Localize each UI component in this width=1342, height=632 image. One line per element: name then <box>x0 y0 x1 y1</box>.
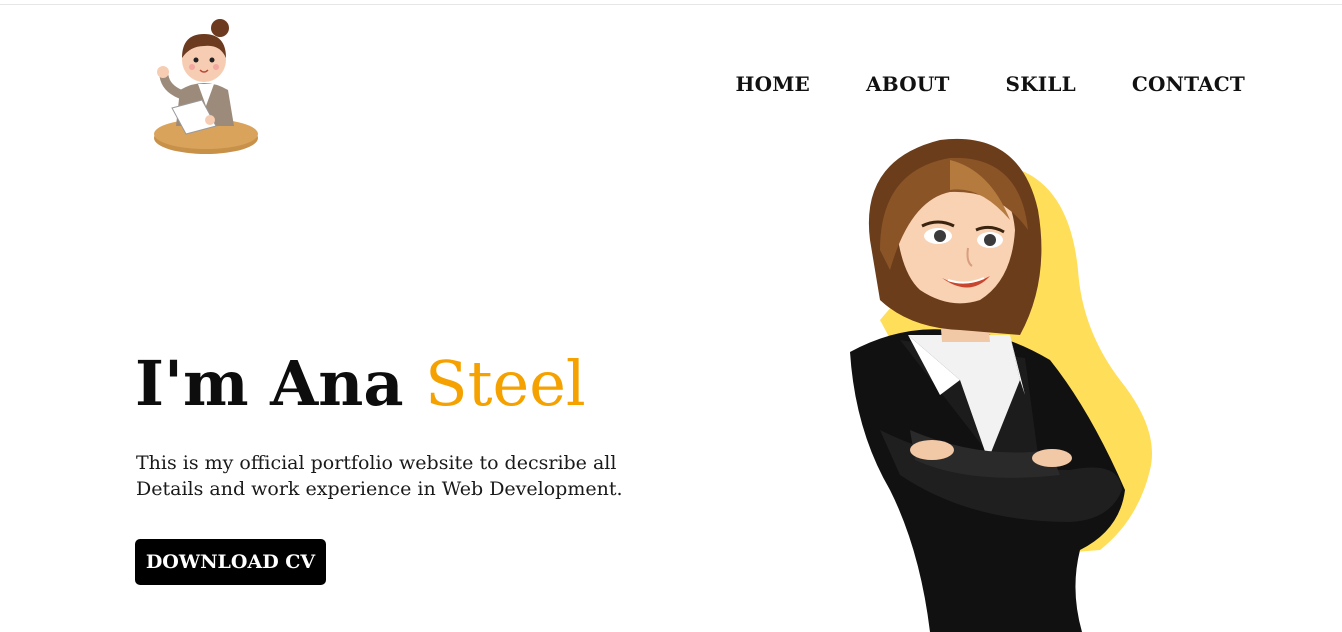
nav-contact-link[interactable]: CONTACT <box>1132 72 1245 96</box>
portfolio-page: HOME ABOUT SKILL CONTACT I'm Ana Steel T… <box>0 0 1342 632</box>
main-nav: HOME ABOUT SKILL CONTACT <box>735 72 1245 96</box>
hero-title-name: I'm Ana <box>135 347 426 420</box>
nav-about-link[interactable]: ABOUT <box>866 72 950 96</box>
logo-woman-at-desk-icon[interactable] <box>150 14 270 160</box>
businesswoman-illustration-icon <box>850 138 1152 632</box>
nav-home-link[interactable]: HOME <box>735 72 810 96</box>
hero-title: I'm Ana Steel <box>135 348 586 419</box>
hero-title-accent: Steel <box>425 347 586 420</box>
hero-description: This is my official portfolio website to… <box>136 452 623 500</box>
top-border <box>0 0 1342 5</box>
download-cv-button[interactable]: DOWNLOAD CV <box>135 539 326 585</box>
nav-skill-link[interactable]: SKILL <box>1006 72 1076 96</box>
